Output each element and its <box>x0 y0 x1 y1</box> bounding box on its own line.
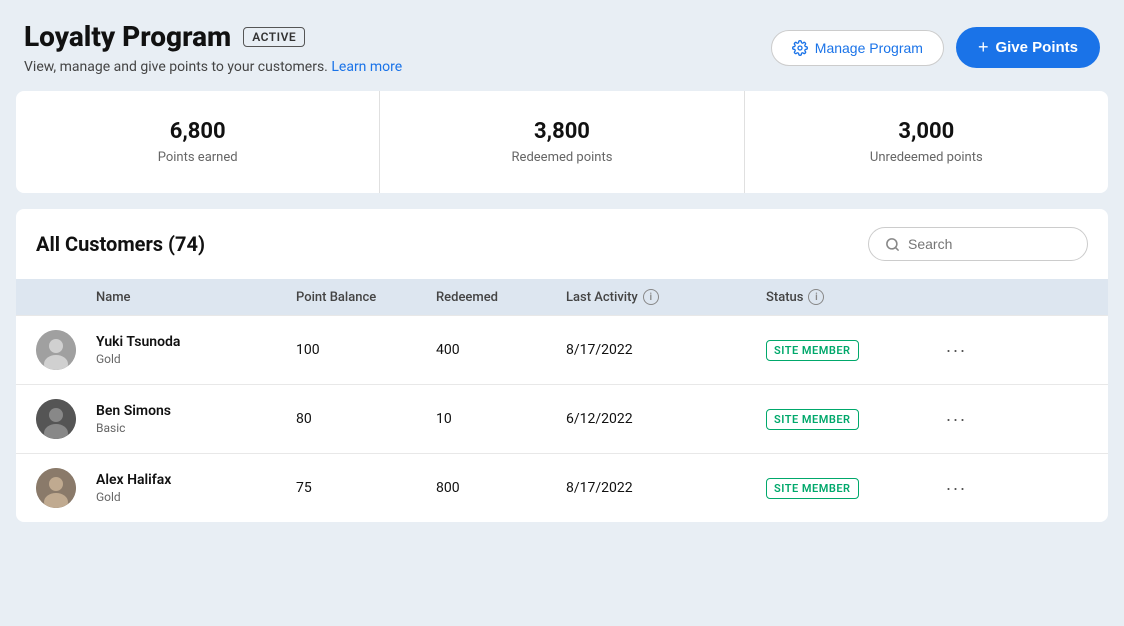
points-earned-value: 6,800 <box>32 119 363 144</box>
title-row: Loyalty Program ACTIVE <box>24 20 402 53</box>
last-activity-value: 8/17/2022 <box>566 480 766 496</box>
customer-info: Yuki Tsunoda Gold <box>96 334 296 366</box>
redeemed-value: 10 <box>436 411 566 427</box>
row-more-button[interactable]: ··· <box>926 478 986 499</box>
status-cell: SITE MEMBER <box>766 408 926 430</box>
search-input[interactable] <box>908 236 1071 252</box>
customer-tier: Gold <box>96 490 296 504</box>
redeemed-value: 800 <box>436 480 566 496</box>
stat-redeemed-points: 3,800 Redeemed points <box>380 91 744 193</box>
plus-icon: + <box>978 37 989 58</box>
last-activity-value: 6/12/2022 <box>566 411 766 427</box>
customers-section: All Customers (74) Name Point Balance Re… <box>16 209 1108 522</box>
learn-more-link[interactable]: Learn more <box>331 59 402 75</box>
status-badge: SITE MEMBER <box>766 478 859 499</box>
status-cell: SITE MEMBER <box>766 477 926 499</box>
status-badge: SITE MEMBER <box>766 340 859 361</box>
search-icon <box>885 237 900 252</box>
search-box[interactable] <box>868 227 1088 261</box>
unredeemed-points-label: Unredeemed points <box>761 150 1092 165</box>
customer-name: Ben Simons <box>96 403 296 419</box>
table-header-status: Status i <box>766 289 926 305</box>
table-header-name: Name <box>96 290 296 305</box>
avatar <box>36 399 96 439</box>
customer-name: Yuki Tsunoda <box>96 334 296 350</box>
customer-name: Alex Halifax <box>96 472 296 488</box>
customers-title: All Customers (74) <box>36 232 205 256</box>
redeemed-points-value: 3,800 <box>396 119 727 144</box>
point-balance: 80 <box>296 411 436 427</box>
table-header: Name Point Balance Redeemed Last Activit… <box>16 279 1108 315</box>
status-info-icon[interactable]: i <box>808 289 824 305</box>
give-points-label: Give Points <box>995 39 1078 56</box>
table-row: Yuki Tsunoda Gold 100 400 8/17/2022 SITE… <box>16 315 1108 384</box>
header: Loyalty Program ACTIVE View, manage and … <box>0 0 1124 91</box>
avatar-image <box>36 468 76 508</box>
manage-program-label: Manage Program <box>815 40 923 56</box>
customer-info: Ben Simons Basic <box>96 403 296 435</box>
table-header-point-balance: Point Balance <box>296 290 436 305</box>
header-left: Loyalty Program ACTIVE View, manage and … <box>24 20 402 75</box>
active-badge: ACTIVE <box>243 27 305 47</box>
avatar <box>36 468 96 508</box>
table-row: Ben Simons Basic 80 10 6/12/2022 SITE ME… <box>16 384 1108 453</box>
page-title: Loyalty Program <box>24 20 231 53</box>
customer-info: Alex Halifax Gold <box>96 472 296 504</box>
table-header-redeemed: Redeemed <box>436 290 566 305</box>
row-more-button[interactable]: ··· <box>926 409 986 430</box>
status-badge: SITE MEMBER <box>766 409 859 430</box>
stat-unredeemed-points: 3,000 Unredeemed points <box>745 91 1108 193</box>
gear-icon <box>792 40 808 56</box>
avatar-alex <box>36 468 76 508</box>
unredeemed-points-value: 3,000 <box>761 119 1092 144</box>
avatar-image <box>36 399 76 439</box>
header-right: Manage Program + Give Points <box>771 27 1100 68</box>
manage-program-button[interactable]: Manage Program <box>771 30 944 66</box>
customer-tier: Gold <box>96 352 296 366</box>
last-activity-value: 8/17/2022 <box>566 342 766 358</box>
stats-section: 6,800 Points earned 3,800 Redeemed point… <box>16 91 1108 193</box>
stat-points-earned: 6,800 Points earned <box>16 91 380 193</box>
table-row: Alex Halifax Gold 75 800 8/17/2022 SITE … <box>16 453 1108 522</box>
subtitle: View, manage and give points to your cus… <box>24 59 402 75</box>
avatar-ben <box>36 399 76 439</box>
last-activity-info-icon[interactable]: i <box>643 289 659 305</box>
avatar-image <box>36 330 76 370</box>
avatar <box>36 330 96 370</box>
points-earned-label: Points earned <box>32 150 363 165</box>
redeemed-points-label: Redeemed points <box>396 150 727 165</box>
customer-tier: Basic <box>96 421 296 435</box>
point-balance: 100 <box>296 342 436 358</box>
row-more-button[interactable]: ··· <box>926 340 986 361</box>
customers-header: All Customers (74) <box>16 209 1108 279</box>
point-balance: 75 <box>296 480 436 496</box>
table-header-last-activity: Last Activity i <box>566 289 766 305</box>
status-cell: SITE MEMBER <box>766 339 926 361</box>
avatar-yuki <box>36 330 76 370</box>
redeemed-value: 400 <box>436 342 566 358</box>
give-points-button[interactable]: + Give Points <box>956 27 1100 68</box>
